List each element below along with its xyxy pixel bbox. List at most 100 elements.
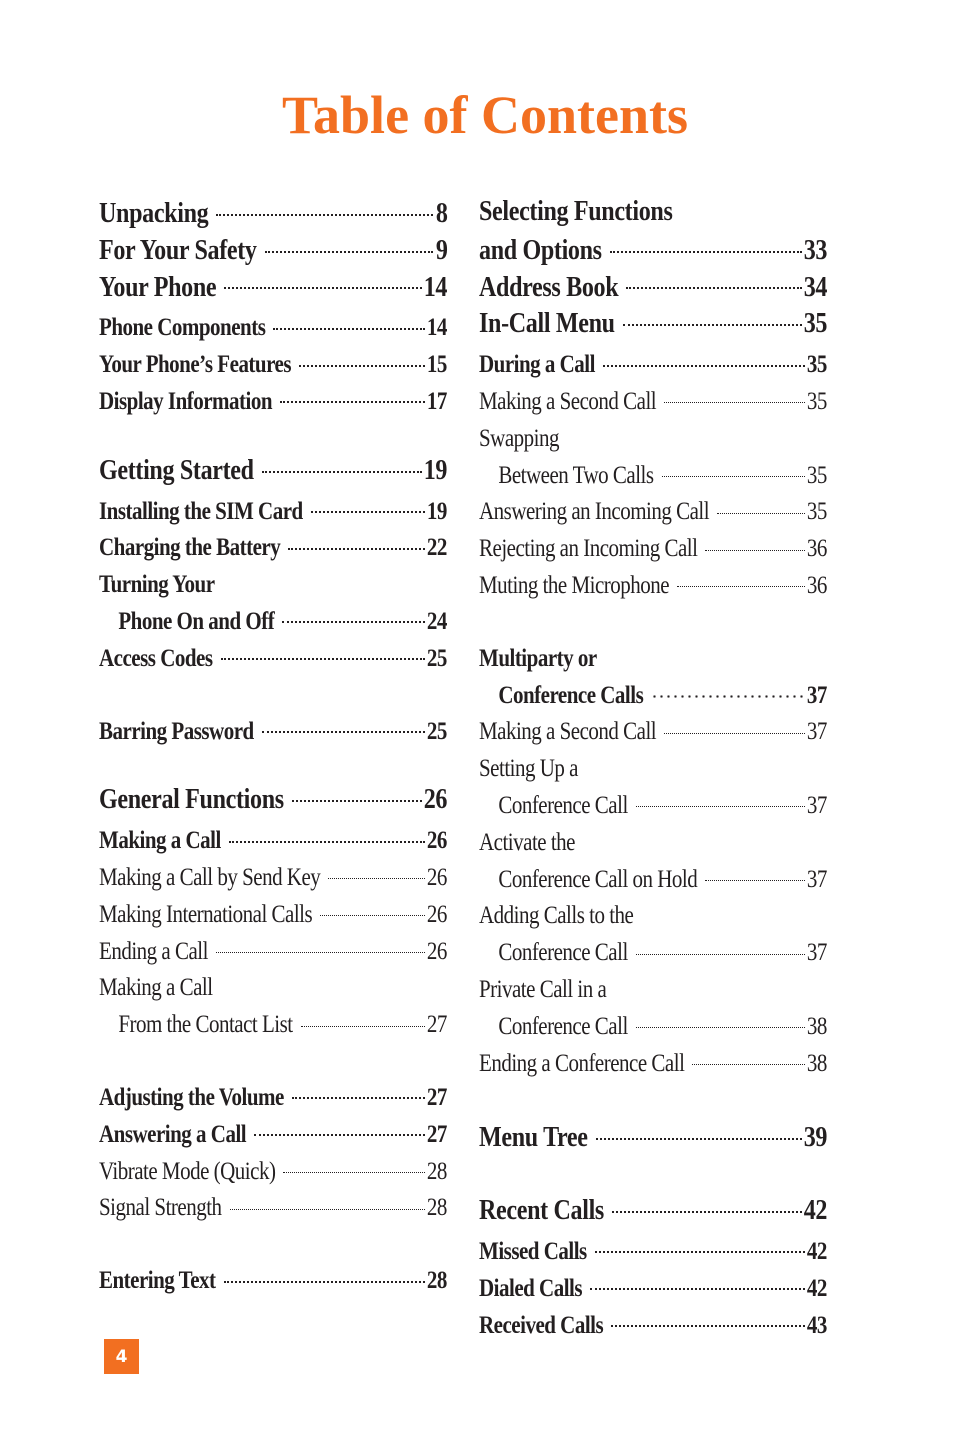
toc-entry-turning-your[interactable]: Turning Your: [99, 567, 447, 604]
dot-leader: [664, 714, 805, 739]
toc-entry-charging-the-battery[interactable]: Charging the Battery 22: [99, 530, 447, 567]
toc-entry-phone-on-and-off[interactable]: Phone On and Off 24: [99, 604, 447, 641]
dot-leader: [594, 1234, 805, 1259]
toc-entry-swapping[interactable]: Swapping: [479, 421, 827, 458]
toc-entry-missed-calls[interactable]: Missed Calls 42: [479, 1234, 827, 1271]
toc-entry-label: Adding Calls to the: [479, 902, 634, 930]
toc-entry-conference-call[interactable]: Conference Call 37: [479, 935, 827, 972]
toc-entry-making-a-second-call[interactable]: Making a Second Call 37: [479, 714, 827, 751]
toc-entry-label: Conference Call: [498, 791, 628, 819]
toc-entry-entering-text[interactable]: Entering Text 28: [99, 1263, 447, 1300]
toc-entry-and-options[interactable]: and Options 33: [479, 231, 827, 268]
toc-entry-making-international-calls[interactable]: Making International Calls 26: [99, 897, 447, 934]
toc-entry-page-number: 28: [426, 1194, 448, 1222]
toc-entry-page-number: 38: [806, 1049, 828, 1077]
dot-leader: [254, 1117, 425, 1142]
toc-entry-label: Vibrate Mode (Quick): [99, 1157, 276, 1185]
toc-entry-getting-started[interactable]: Getting Started 19: [99, 451, 447, 488]
dot-leader: [220, 641, 425, 666]
toc-entry-during-a-call[interactable]: During a Call 35: [479, 347, 827, 384]
toc-entry-label: Turning Your: [99, 571, 215, 599]
toc-entry-page-number: 26: [426, 827, 448, 855]
toc-entry-making-a-second-call[interactable]: Making a Second Call 35: [479, 384, 827, 421]
toc-entry-label: Selecting Functions: [479, 196, 673, 227]
toc-entry-menu-tree[interactable]: Menu Tree 39: [479, 1118, 827, 1155]
toc-entry-recent-calls[interactable]: Recent Calls 42: [479, 1191, 827, 1228]
toc-entry-installing-the-sim-card[interactable]: Installing the SIM Card 19: [99, 494, 447, 531]
toc-entry-answering-a-call[interactable]: Answering a Call 27: [99, 1117, 447, 1154]
toc-entry-page-number: 37: [806, 939, 828, 967]
dot-leader: [261, 451, 422, 479]
toc-entry-muting-the-microphone[interactable]: Muting the Microphone 36: [479, 568, 827, 605]
toc-entry-page-number: 27: [426, 1083, 448, 1111]
toc-entry-private-call-in-a[interactable]: Private Call in a: [479, 972, 827, 1009]
toc-entry-page-number: 25: [426, 717, 448, 745]
toc-entry-dialed-calls[interactable]: Dialed Calls 42: [479, 1271, 827, 1308]
toc-entry-label: During a Call: [479, 351, 595, 379]
toc-entry-from-the-contact-list[interactable]: From the Contact List 27: [99, 1007, 447, 1044]
dot-leader: [310, 494, 425, 519]
dot-leader: [299, 347, 425, 372]
toc-entry-between-two-calls[interactable]: Between Two Calls 35: [479, 458, 827, 495]
toc-entry-label: From the Contact List: [118, 1011, 293, 1039]
toc-entry-page-number: 42: [806, 1237, 828, 1265]
toc-entry-label: Missed Calls: [479, 1237, 587, 1265]
toc-entry-selecting-functions[interactable]: Selecting Functions: [479, 194, 827, 231]
toc-entry-page-number: 19: [423, 454, 448, 486]
toc-entry-making-a-call-by-send-key[interactable]: Making a Call by Send Key 26: [99, 860, 447, 897]
toc-entry-page-number: 36: [806, 571, 828, 599]
toc-entry-conference-calls[interactable]: Conference Calls 37: [479, 678, 827, 715]
toc-entry-page-number: 24: [426, 607, 448, 635]
toc-entry-page-number: 22: [426, 534, 448, 562]
dot-leader: [328, 860, 425, 885]
toc-entry-adjusting-the-volume[interactable]: Adjusting the Volume 27: [99, 1080, 447, 1117]
toc-entry-your-phone[interactable]: Your Phone 14: [99, 268, 447, 305]
toc-entry-conference-call-on-hold[interactable]: Conference Call on Hold 37: [479, 862, 827, 899]
toc-entry-vibrate-mode-quick[interactable]: Vibrate Mode (Quick) 28: [99, 1154, 447, 1191]
dot-leader: [602, 347, 805, 372]
toc-entry-setting-up-a[interactable]: Setting Up a: [479, 751, 827, 788]
toc-entry-adding-calls-to-the[interactable]: Adding Calls to the: [479, 898, 827, 935]
dot-leader: [291, 780, 422, 808]
toc-entry-display-information[interactable]: Display Information 17: [99, 384, 447, 421]
toc-entry-general-functions[interactable]: General Functions 26: [99, 780, 447, 817]
toc-entry-conference-call[interactable]: Conference Call 37: [479, 788, 827, 825]
toc-entry-label: Making a Call: [99, 974, 213, 1002]
toc-entry-page-number: 9: [435, 234, 447, 266]
toc-entry-received-calls[interactable]: Received Calls 43: [479, 1308, 827, 1345]
toc-entry-ending-a-conference-call[interactable]: Ending a Conference Call 38: [479, 1046, 827, 1083]
toc-entry-label: Dialed Calls: [479, 1274, 583, 1302]
toc-entry-page-number: 28: [426, 1267, 448, 1295]
toc-entry-label: Making a Second Call: [479, 387, 657, 415]
toc-entry-label: Answering a Call: [99, 1120, 247, 1148]
toc-entry-for-your-safety[interactable]: For Your Safety 9: [99, 231, 447, 268]
toc-entry-label: Ending a Conference Call: [479, 1049, 685, 1077]
toc-entry-address-book[interactable]: Address Book 34: [479, 268, 827, 305]
dot-leader: [264, 231, 434, 259]
toc-entry-rejecting-an-incoming-call[interactable]: Rejecting an Incoming Call 36: [479, 531, 827, 568]
toc-entry-barring-password[interactable]: Barring Password 25: [99, 714, 447, 751]
toc-entry-multiparty-or[interactable]: Multiparty or: [479, 641, 827, 678]
toc-entry-label: Installing the SIM Card: [99, 497, 303, 525]
toc-entry-signal-strength[interactable]: Signal Strength 28: [99, 1190, 447, 1227]
toc-entry-page-number: 42: [803, 1195, 828, 1227]
toc-entry-unpacking[interactable]: Unpacking 8: [99, 194, 447, 231]
dot-leader: [288, 530, 425, 555]
dot-leader: [300, 1007, 425, 1032]
toc-entry-making-a-call[interactable]: Making a Call 26: [99, 823, 447, 860]
toc-entry-activate-the[interactable]: Activate the: [479, 825, 827, 862]
toc-entry-in-call-menu[interactable]: In-Call Menu 35: [479, 304, 827, 341]
toc-entry-page-number: 37: [806, 681, 828, 709]
toc-entry-page-number: 33: [803, 234, 828, 266]
toc-entry-conference-call[interactable]: Conference Call 38: [479, 1009, 827, 1046]
toc-entry-your-phone-s-features[interactable]: Your Phone’s Features 15: [99, 347, 447, 384]
toc-entry-ending-a-call[interactable]: Ending a Call 26: [99, 934, 447, 971]
dot-leader: [622, 304, 802, 332]
toc-entry-access-codes[interactable]: Access Codes 25: [99, 641, 447, 678]
toc-entry-page-number: 39: [803, 1122, 828, 1154]
toc-entry-label: Barring Password: [99, 717, 254, 745]
toc-entry-answering-an-incoming-call[interactable]: Answering an Incoming Call 35: [479, 494, 827, 531]
toc-entry-making-a-call[interactable]: Making a Call: [99, 970, 447, 1007]
toc-entry-label: Making a Call: [99, 827, 221, 855]
toc-entry-phone-components[interactable]: Phone Components 14: [99, 310, 447, 347]
